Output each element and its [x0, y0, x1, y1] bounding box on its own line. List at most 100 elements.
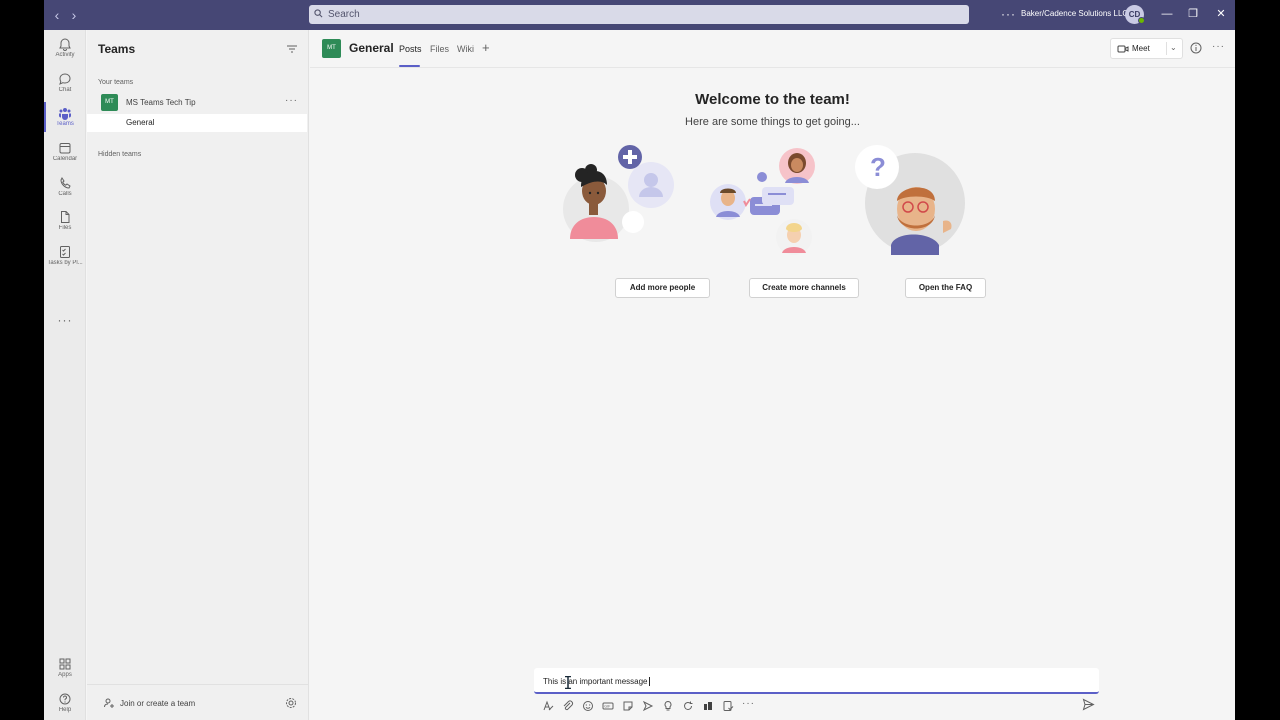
ibeam-cursor-icon [565, 676, 571, 689]
channel-team-avatar: MT [322, 39, 341, 58]
rail-label: Help [58, 707, 72, 713]
active-tab-indicator [399, 65, 420, 67]
rail-label: Apps [58, 672, 72, 678]
rail-label: Calendar [52, 156, 78, 162]
settings-more-button[interactable]: ··· [1001, 7, 1016, 21]
teams-window: ‹ › Search ··· Baker/Cadence Solutions L… [44, 0, 1235, 720]
close-icon[interactable]: ✕ [1214, 7, 1228, 21]
presence-available-icon [1138, 17, 1145, 24]
channel-header: MT General Posts Files Wiki + Meet ⌄ ··· [310, 30, 1235, 68]
add-people-illustration [563, 145, 674, 242]
join-create-bar: Join or create a team [87, 684, 309, 720]
send-icon[interactable] [1082, 698, 1095, 711]
tab-posts[interactable]: Posts [399, 44, 422, 54]
create-more-channels-button[interactable]: Create more channels [749, 278, 859, 298]
rail-item-apps[interactable]: Apps [44, 655, 86, 685]
channel-title: General [349, 41, 394, 55]
rail-label: Chat [58, 87, 72, 93]
forward-arrow-icon[interactable]: › [66, 7, 82, 23]
rail-label: Activity [55, 52, 75, 58]
channel-main: MT General Posts Files Wiki + Meet ⌄ ···… [310, 30, 1235, 720]
faq-illustration: ? [855, 145, 965, 255]
rail-item-calendar[interactable]: Calendar [44, 139, 86, 169]
rail-label: Files [58, 225, 72, 231]
more-icon[interactable]: ··· [742, 699, 754, 711]
rail-item-calls[interactable]: Calls [44, 174, 86, 204]
bell-icon [59, 38, 71, 51]
team-name: MS Teams Tech Tip [126, 98, 196, 107]
gif-icon[interactable]: GIF [602, 699, 614, 711]
back-arrow-icon[interactable]: ‹ [49, 7, 65, 23]
gear-icon[interactable] [285, 697, 297, 709]
svg-text:GIF: GIF [604, 705, 611, 709]
chevron-down-icon[interactable]: ⌄ [1170, 43, 1177, 52]
meet-label: Meet [1132, 44, 1150, 53]
rail-item-help[interactable]: Help [44, 690, 86, 720]
rail-label: Teams [56, 121, 74, 127]
approvals-icon[interactable] [722, 699, 734, 711]
welcome-title: Welcome to the team! [695, 91, 850, 108]
channel-name: General [126, 118, 155, 127]
tab-files[interactable]: Files [430, 44, 449, 54]
team-more-button[interactable]: ··· [285, 95, 298, 106]
title-bar: ‹ › Search ··· Baker/Cadence Solutions L… [44, 0, 1235, 30]
more-apps-button[interactable]: ··· [44, 313, 86, 327]
rail-item-tasks[interactable]: Tasks by Pl... [44, 243, 86, 273]
channel-item-general[interactable]: General [87, 114, 307, 132]
rail-label: Calls [58, 191, 72, 197]
restore-icon[interactable]: ❐ [1186, 7, 1200, 21]
your-teams-label: Your teams [98, 79, 134, 86]
emoji-icon[interactable] [582, 699, 594, 711]
team-item[interactable]: MT MS Teams Tech Tip ··· [87, 93, 309, 113]
attach-icon[interactable] [562, 699, 574, 711]
svg-text:?: ? [870, 152, 886, 182]
info-icon[interactable] [1190, 42, 1202, 54]
text-caret [648, 677, 650, 687]
calendar-icon [59, 143, 71, 154]
rail-item-teams[interactable]: Teams [44, 104, 86, 134]
meet-divider [1166, 42, 1167, 55]
file-icon [61, 211, 70, 223]
create-channels-illustration [710, 148, 815, 255]
teams-list-pane: Teams Your teams MT MS Teams Tech Tip ··… [87, 30, 309, 720]
rail-label: Tasks by Pl... [47, 260, 83, 266]
team-avatar: MT [101, 94, 118, 111]
compose-text-wrapper: This is an important message [543, 677, 650, 687]
tasks-icon [60, 246, 70, 258]
search-placeholder: Search [328, 9, 360, 20]
phone-icon [60, 177, 71, 189]
join-team-icon[interactable] [103, 697, 115, 709]
channel-more-button[interactable]: ··· [1212, 41, 1225, 52]
loop-icon[interactable] [682, 699, 694, 711]
teams-icon [59, 108, 71, 120]
org-name[interactable]: Baker/Cadence Solutions LLC [1021, 9, 1128, 18]
join-create-team-link[interactable]: Join or create a team [120, 699, 195, 708]
tab-wiki[interactable]: Wiki [457, 44, 474, 54]
sticker-icon[interactable] [622, 699, 634, 711]
compose-text: This is an important message [543, 677, 648, 686]
rail-item-files[interactable]: Files [44, 208, 86, 238]
chat-icon [59, 73, 71, 85]
rail-item-activity[interactable]: Activity [44, 35, 86, 65]
add-tab-button[interactable]: + [482, 40, 490, 55]
app-rail: Activity Chat Teams Calendar Calls Files… [44, 30, 86, 720]
search-input[interactable]: Search [309, 5, 969, 24]
stream-icon[interactable] [702, 699, 714, 711]
praise-icon[interactable] [662, 699, 674, 711]
search-icon [314, 9, 323, 18]
help-icon [59, 693, 71, 705]
apps-icon [59, 658, 71, 670]
welcome-subtitle: Here are some things to get going... [685, 116, 860, 128]
video-camera-icon [1117, 45, 1129, 53]
pane-title: Teams [98, 42, 136, 56]
message-compose-box[interactable]: This is an important message [534, 668, 1099, 694]
schedule-meeting-icon[interactable] [642, 699, 654, 712]
meet-button[interactable]: Meet ⌄ [1110, 38, 1183, 59]
add-more-people-button[interactable]: Add more people [615, 278, 710, 298]
rail-item-chat[interactable]: Chat [44, 70, 86, 100]
format-icon[interactable] [542, 699, 554, 711]
minimize-icon[interactable]: — [1160, 7, 1174, 21]
filter-icon[interactable] [286, 43, 298, 55]
hidden-teams-label[interactable]: Hidden teams [98, 151, 141, 158]
open-faq-button[interactable]: Open the FAQ [905, 278, 986, 298]
